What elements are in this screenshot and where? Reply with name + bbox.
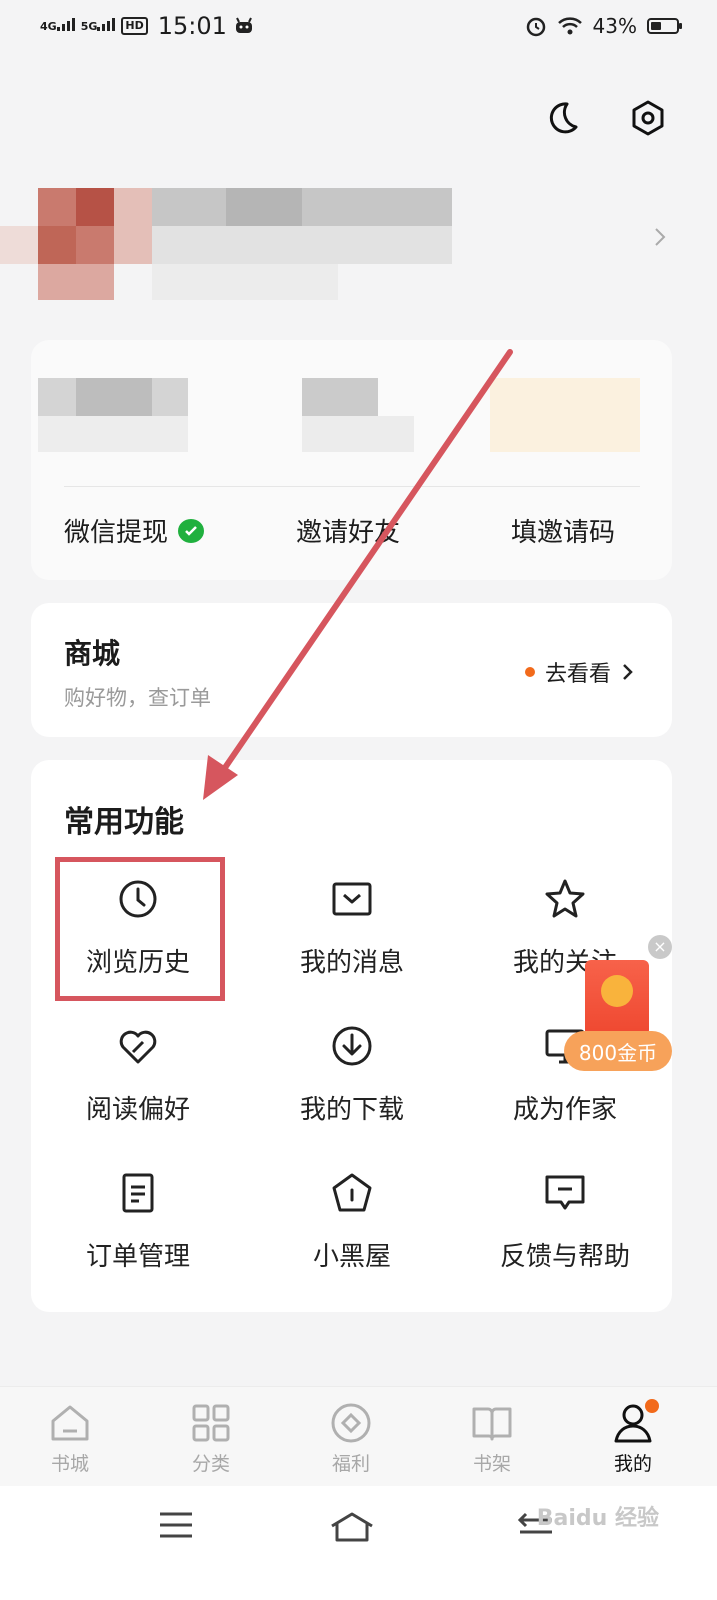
coins-reward-badge[interactable]: 800金币 — [564, 1031, 672, 1071]
nav-welfare-label: 福利 — [331, 1453, 370, 1475]
home-icon — [51, 1405, 89, 1441]
book-icon — [472, 1407, 512, 1441]
nav-category-label: 分类 — [191, 1453, 230, 1475]
nav-bookstore-label: 书城 — [50, 1453, 89, 1475]
nav-mine-label: 我的 — [613, 1453, 652, 1475]
grid-icon — [192, 1404, 230, 1442]
nav-bookshelf-label: 书架 — [472, 1453, 511, 1475]
red-packet-icon[interactable] — [585, 960, 649, 1036]
welfare-icon — [331, 1403, 371, 1443]
bottom-nav: 书城 分类 福利 书架 我的 — [0, 1386, 717, 1487]
notification-dot — [645, 1399, 659, 1413]
home-nav-icon[interactable] — [328, 1510, 376, 1542]
nav-category[interactable]: 分类 — [161, 1401, 261, 1476]
nav-mine[interactable]: 我的 — [583, 1399, 683, 1476]
nav-welfare[interactable]: 福利 — [301, 1401, 401, 1476]
nav-bookstore[interactable]: 书城 — [20, 1401, 120, 1476]
close-promo-button[interactable]: × — [648, 935, 672, 959]
menu-icon[interactable] — [158, 1510, 194, 1540]
annotation-arrow — [203, 349, 513, 800]
nav-bookshelf[interactable]: 书架 — [442, 1401, 542, 1476]
baidu-watermark: Baidu 经验 — [536, 1506, 659, 1531]
